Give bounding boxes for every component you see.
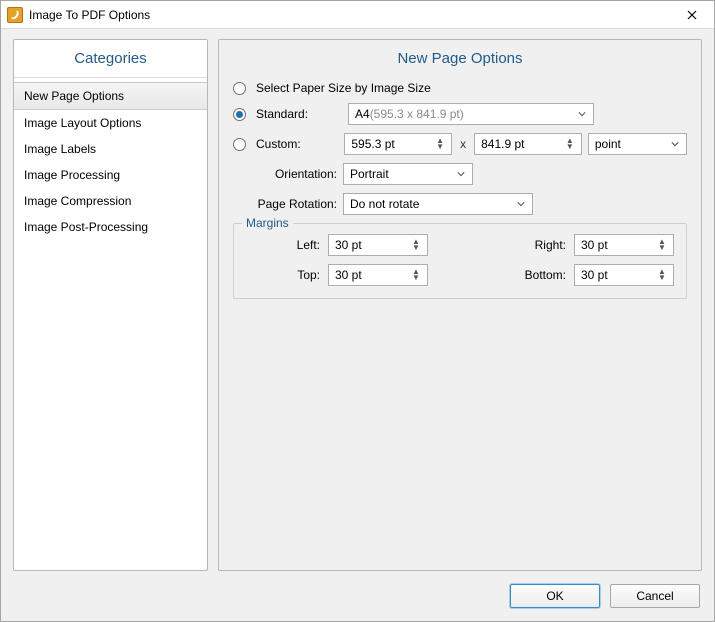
margins-grid: Left: 30 pt▲▼ Right: 30 pt▲▼ Top: 30 pt▲… xyxy=(246,234,674,286)
close-icon xyxy=(687,10,697,20)
radio-custom[interactable] xyxy=(233,138,246,151)
category-new-page-options[interactable]: New Page Options xyxy=(14,82,207,110)
chevron-down-icon xyxy=(454,167,468,181)
spinner-arrows-icon: ▲▼ xyxy=(433,138,447,150)
category-image-processing[interactable]: Image Processing xyxy=(14,162,207,188)
window-title: Image To PDF Options xyxy=(29,8,670,22)
cancel-button[interactable]: Cancel xyxy=(610,584,700,608)
close-button[interactable] xyxy=(670,1,714,28)
category-image-post-processing[interactable]: Image Post-Processing xyxy=(14,214,207,240)
standard-paper-size-prefix: A4 xyxy=(355,107,370,121)
titlebar: Image To PDF Options xyxy=(1,1,714,29)
row-custom: Custom: 595.3 pt ▲▼ x 841.9 pt ▲▼ point xyxy=(233,133,687,155)
custom-unit-combo[interactable]: point xyxy=(588,133,687,155)
rotation-combo[interactable]: Do not rotate xyxy=(343,193,533,215)
spinner-arrows-icon: ▲▼ xyxy=(655,239,669,251)
dialog-footer: OK Cancel xyxy=(1,571,714,621)
spinner-arrows-icon: ▲▼ xyxy=(409,269,423,281)
margin-bottom-spinner[interactable]: 30 pt▲▼ xyxy=(574,264,674,286)
radio-standard-label: Standard: xyxy=(256,107,342,121)
row-standard: Standard: A4 (595.3 x 841.9 pt) xyxy=(233,103,687,125)
radio-standard[interactable] xyxy=(233,108,246,121)
chevron-down-icon xyxy=(575,107,589,121)
standard-paper-size-combo[interactable]: A4 (595.3 x 841.9 pt) xyxy=(348,103,594,125)
standard-paper-size-suffix: (595.3 x 841.9 pt) xyxy=(370,107,464,121)
radio-size-by-image[interactable] xyxy=(233,82,246,95)
margins-group: Margins Left: 30 pt▲▼ Right: 30 pt▲▼ Top… xyxy=(233,223,687,299)
margin-right-label: Right: xyxy=(492,238,566,252)
spinner-arrows-icon: ▲▼ xyxy=(563,138,577,150)
margin-bottom-label: Bottom: xyxy=(492,268,566,282)
spinner-arrows-icon: ▲▼ xyxy=(409,239,423,251)
spinner-arrows-icon: ▲▼ xyxy=(655,269,669,281)
ok-button[interactable]: OK xyxy=(510,584,600,608)
categories-sidebar: Categories New Page Options Image Layout… xyxy=(13,39,208,571)
categories-header: Categories xyxy=(14,40,207,78)
categories-list: New Page Options Image Layout Options Im… xyxy=(14,78,207,244)
main-header: New Page Options xyxy=(233,40,687,81)
dialog-window: Image To PDF Options Categories New Page… xyxy=(0,0,715,622)
margin-left-spinner[interactable]: 30 pt▲▼ xyxy=(328,234,428,256)
orientation-label: Orientation: xyxy=(233,167,337,181)
radio-custom-label: Custom: xyxy=(256,137,338,151)
dialog-body: Categories New Page Options Image Layout… xyxy=(1,29,714,571)
chevron-down-icon xyxy=(514,197,528,211)
chevron-down-icon xyxy=(668,137,682,151)
rotation-label: Page Rotation: xyxy=(233,197,337,211)
radio-size-by-image-label: Select Paper Size by Image Size xyxy=(256,81,431,95)
category-image-compression[interactable]: Image Compression xyxy=(14,188,207,214)
orientation-combo[interactable]: Portrait xyxy=(343,163,473,185)
row-orientation: Orientation: Portrait xyxy=(233,163,687,185)
category-image-layout-options[interactable]: Image Layout Options xyxy=(14,110,207,136)
app-icon xyxy=(7,7,23,23)
category-image-labels[interactable]: Image Labels xyxy=(14,136,207,162)
margins-group-title: Margins xyxy=(242,216,293,230)
row-size-by-image: Select Paper Size by Image Size xyxy=(233,81,687,95)
margin-top-spinner[interactable]: 30 pt▲▼ xyxy=(328,264,428,286)
margin-right-spinner[interactable]: 30 pt▲▼ xyxy=(574,234,674,256)
custom-width-spinner[interactable]: 595.3 pt ▲▼ xyxy=(344,133,452,155)
row-rotation: Page Rotation: Do not rotate xyxy=(233,193,687,215)
margin-top-label: Top: xyxy=(246,268,320,282)
main-panel: New Page Options Select Paper Size by Im… xyxy=(218,39,702,571)
times-symbol: x xyxy=(458,137,468,151)
margin-left-label: Left: xyxy=(246,238,320,252)
custom-height-spinner[interactable]: 841.9 pt ▲▼ xyxy=(474,133,582,155)
